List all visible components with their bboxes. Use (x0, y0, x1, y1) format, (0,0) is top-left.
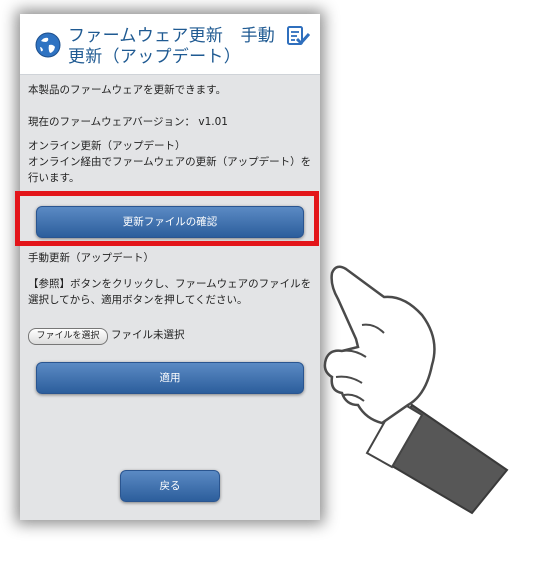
intro-text: 本製品のファームウェアを更新できます。 (28, 84, 227, 96)
online-update-desc-line1: オンライン経由でファームウェアの更新（アップデート）を (28, 156, 312, 168)
page-header: ファームウェア更新 手動更新（アップデート） (20, 14, 320, 75)
current-version-text: 現在のファームウェアバージョン： v1.01 (28, 116, 228, 128)
manual-update-desc-line1: 【参照】ボタンをクリックし、ファームウェアのファイルを (28, 278, 312, 290)
device-screen: ファームウェア更新 手動更新（アップデート） 本製品のファームウェアを更新できま… (20, 14, 320, 520)
back-button[interactable]: 戻る (120, 470, 220, 502)
page-title: ファームウェア更新 手動更新（アップデート） (68, 26, 276, 67)
file-status-text: ファイル未選択 (111, 329, 185, 341)
globe-icon (35, 32, 61, 58)
highlight-box (15, 191, 319, 246)
pointing-hand-icon (323, 265, 509, 515)
online-update-heading: オンライン更新（アップデート） (28, 140, 186, 152)
manual-update-heading: 手動更新（アップデート） (28, 252, 154, 264)
checklist-icon[interactable] (286, 24, 310, 48)
manual-update-desc-line2: 選択してから、適用ボタンを押してください。 (28, 294, 248, 306)
apply-button[interactable]: 適用 (36, 362, 304, 394)
file-select-button[interactable]: ファイルを選択 (28, 328, 108, 345)
online-update-desc-line2: 行います。 (28, 172, 80, 184)
